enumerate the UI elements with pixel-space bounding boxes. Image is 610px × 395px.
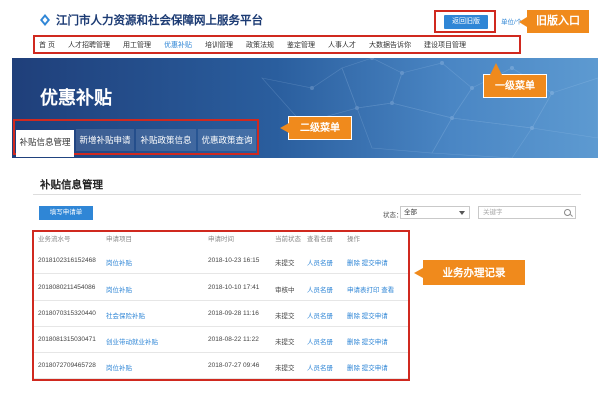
- header-actions: 操作: [347, 236, 360, 243]
- row-item-link[interactable]: 创业带动就业补贴: [106, 336, 158, 346]
- nav-item-personnel[interactable]: 人事人才: [328, 40, 356, 50]
- nav-item-subsidy[interactable]: 优惠补贴: [164, 40, 192, 50]
- level1-menu-annotation: 一级菜单: [483, 63, 547, 98]
- row-time: 2018-07-27 09:46: [208, 362, 260, 369]
- table-header: 业务流水号 申请项目 申请时间 当前状态 查看名册 操作: [34, 233, 408, 245]
- tab-policy-info[interactable]: 补贴政策信息: [136, 129, 196, 151]
- page-title: 优惠补贴: [40, 88, 112, 108]
- main-nav: 首 页 人才招聘管理 用工管理 优惠补贴 培训管理 政策法规 鉴定管理 人事人才…: [35, 37, 519, 52]
- tab-subsidy-management[interactable]: 补贴信息管理: [16, 130, 74, 157]
- row-serial: 2018070315320440: [38, 310, 96, 317]
- row-status: 未提交: [275, 339, 295, 346]
- tab-new-application[interactable]: 新增补贴申请: [76, 129, 134, 151]
- row-item-link[interactable]: 岗位补贴: [106, 257, 132, 267]
- nav-item-bigdata[interactable]: 大数据告诉你: [369, 40, 411, 50]
- table-row: 2018080211454086 岗位补贴 2018-10-10 17:41 审…: [34, 274, 408, 301]
- header-serial: 业务流水号: [38, 236, 71, 243]
- row-serial: 2018072709465728: [38, 362, 96, 369]
- row-status: 未提交: [275, 313, 295, 320]
- row-actions[interactable]: 删除 提交申请: [347, 336, 388, 346]
- table-row: 2018102316152468 岗位补贴 2018-10-23 16:15 未…: [34, 247, 408, 274]
- row-status: 未提交: [275, 365, 295, 372]
- header-item: 申请项目: [106, 236, 132, 243]
- row-actions[interactable]: 删除 提交申请: [347, 362, 388, 372]
- old-entry-annotation: 旧版入口: [519, 10, 589, 33]
- row-serial: 2018081315030471: [38, 336, 96, 343]
- tab-policy-search[interactable]: 优惠政策查询: [198, 129, 256, 151]
- row-roster-link[interactable]: 人员名册: [307, 310, 333, 320]
- nav-item-projects[interactable]: 建设项目管理: [424, 40, 466, 50]
- nav-item-policy[interactable]: 政策法规: [246, 40, 274, 50]
- row-roster-link[interactable]: 人员名册: [307, 336, 333, 346]
- nav-item-training[interactable]: 培训管理: [205, 40, 233, 50]
- row-roster-link[interactable]: 人员名册: [307, 284, 333, 294]
- row-serial: 2018080211454086: [38, 284, 96, 291]
- row-time: 2018-09-28 11:16: [208, 310, 259, 317]
- records-annotation: 业务办理记录: [414, 259, 526, 286]
- search-input[interactable]: 关键字: [478, 206, 576, 219]
- status-filter-value: 全部: [404, 209, 417, 216]
- row-roster-link[interactable]: 人员名册: [307, 362, 333, 372]
- header-status: 当前状态: [275, 236, 301, 243]
- chevron-down-icon: [459, 211, 465, 215]
- row-time: 2018-10-10 17:41: [208, 284, 260, 291]
- table-row: 2018081315030471 创业带动就业补贴 2018-08-22 11:…: [34, 326, 408, 353]
- table-row: 2018070315320440 社会保险补贴 2018-09-28 11:16…: [34, 300, 408, 327]
- site-title: 江门市人力资源和社会保障网上服务平台: [56, 15, 263, 27]
- search-placeholder: 关键字: [483, 209, 503, 216]
- old-version-button[interactable]: 返回旧版: [444, 15, 488, 29]
- row-roster-link[interactable]: 人员名册: [307, 257, 333, 267]
- row-time: 2018-10-23 16:15: [208, 257, 260, 264]
- row-serial: 2018102316152468: [38, 257, 96, 264]
- nav-item-appraisal[interactable]: 鉴定管理: [287, 40, 315, 50]
- nav-item-recruitment[interactable]: 人才招聘管理: [68, 40, 110, 50]
- site-logo-icon: [40, 14, 50, 26]
- new-application-button[interactable]: 填写申请单: [39, 206, 93, 220]
- header-time: 申请时间: [208, 236, 234, 243]
- nav-item-home[interactable]: 首 页: [39, 40, 55, 50]
- row-actions[interactable]: 删除 提交申请: [347, 257, 388, 267]
- search-icon[interactable]: [564, 209, 571, 216]
- status-filter-select[interactable]: 全部: [400, 206, 470, 219]
- header-roster: 查看名册: [307, 236, 333, 243]
- row-item-link[interactable]: 岗位补贴: [106, 284, 132, 294]
- row-item-link[interactable]: 岗位补贴: [106, 362, 132, 372]
- section-divider: [33, 194, 581, 195]
- table-row: 2018072709465728 岗位补贴 2018-07-27 09:46 未…: [34, 352, 408, 379]
- section-title: 补贴信息管理: [40, 179, 103, 191]
- row-actions[interactable]: 删除 提交申请: [347, 310, 388, 320]
- nav-item-employment[interactable]: 用工管理: [123, 40, 151, 50]
- row-status: 未提交: [275, 260, 295, 267]
- level2-menu-annotation: 二级菜单: [280, 116, 352, 140]
- row-status: 审核中: [275, 287, 295, 294]
- row-actions[interactable]: 申请表打印 查看: [347, 284, 394, 294]
- row-item-link[interactable]: 社会保险补贴: [106, 310, 145, 320]
- row-time: 2018-08-22 11:22: [208, 336, 259, 343]
